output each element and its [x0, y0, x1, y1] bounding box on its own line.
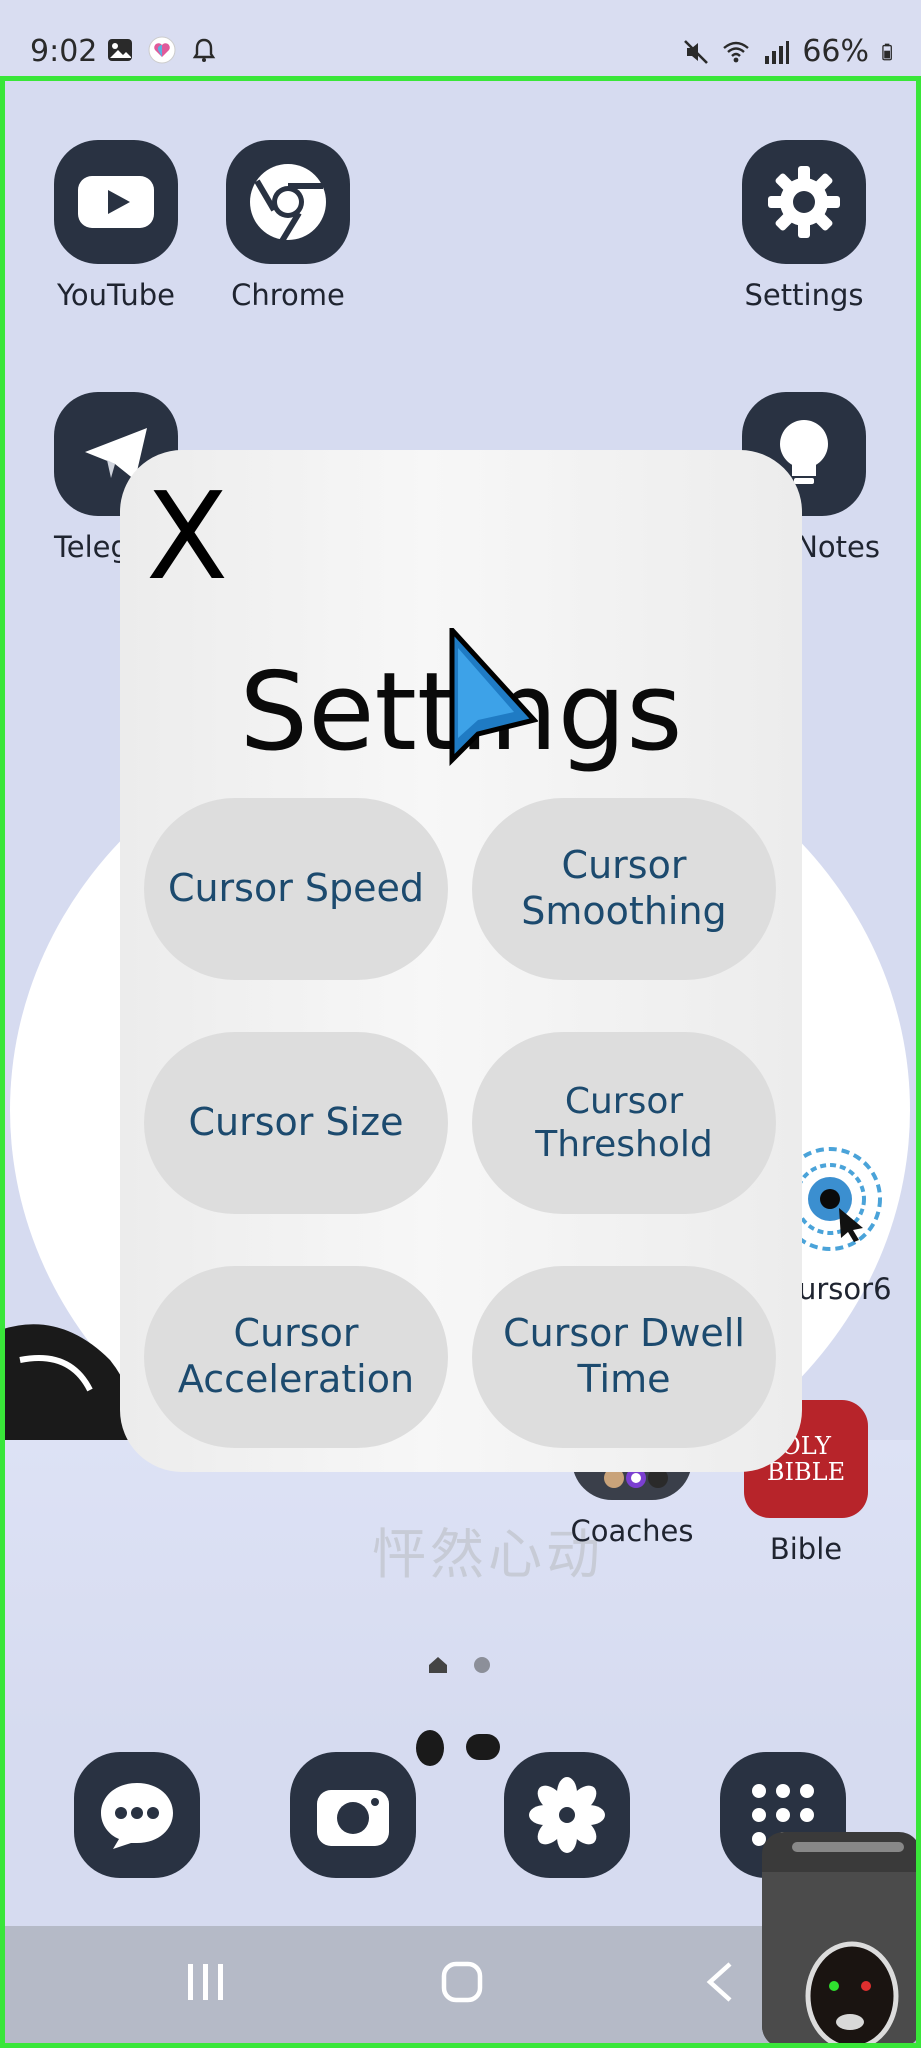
- page-dot[interactable]: [474, 1657, 490, 1673]
- youtube-icon: [54, 140, 178, 264]
- wifi-icon: [723, 41, 750, 62]
- settings-dialog: X Settings Cursor Speed Cursor Smoothing…: [120, 450, 802, 1472]
- gear-icon: [742, 140, 866, 264]
- app-heart-icon: [148, 36, 176, 64]
- home-page-icon[interactable]: [428, 1656, 448, 1674]
- wallpaper-small-figure: [416, 1730, 500, 1766]
- dock-gallery[interactable]: [504, 1752, 630, 1878]
- app-label: Coaches: [570, 1514, 694, 1548]
- status-bar: 9:02 66%: [0, 0, 921, 78]
- status-time: 9:02: [30, 34, 98, 69]
- battery-percent: 66%: [802, 34, 869, 69]
- dock-camera[interactable]: [290, 1752, 416, 1878]
- bell-icon: [192, 38, 216, 62]
- app-settings[interactable]: Settings: [724, 140, 884, 312]
- app-youtube[interactable]: YouTube: [36, 140, 196, 312]
- cursor-threshold-button[interactable]: Cursor Threshold: [472, 1032, 776, 1214]
- messages-icon: [101, 1783, 173, 1849]
- recents-icon[interactable]: [184, 1960, 228, 2004]
- flower-icon: [529, 1777, 605, 1853]
- app-chrome[interactable]: Chrome: [208, 140, 368, 312]
- cursor-size-button[interactable]: Cursor Size: [144, 1032, 448, 1214]
- face-tracking-icon: [762, 1872, 921, 2048]
- camera-icon: [317, 1790, 389, 1846]
- close-button[interactable]: X: [146, 478, 228, 598]
- status-left-icons: [106, 36, 218, 64]
- app-label: YouTube: [57, 278, 175, 312]
- status-right: 66%: [682, 34, 899, 69]
- camera-preview-handle[interactable]: [792, 1842, 904, 1852]
- signal-icon: [765, 40, 790, 64]
- camera-preview: [762, 1832, 921, 2048]
- battery-icon: [882, 43, 892, 60]
- cursor-acceleration-button[interactable]: Cursor Acceleration: [144, 1266, 448, 1448]
- cursor-smoothing-button[interactable]: Cursor Smoothing: [472, 798, 776, 980]
- cursor-speed-button[interactable]: Cursor Speed: [144, 798, 448, 980]
- mute-icon: [684, 39, 709, 64]
- app-label: Settings: [744, 278, 864, 312]
- app-label: ursor6: [798, 1272, 892, 1306]
- back-icon[interactable]: [702, 1960, 736, 2004]
- app-label: Bible: [769, 1532, 843, 1566]
- home-icon[interactable]: [440, 1960, 484, 2004]
- chrome-icon: [226, 140, 350, 264]
- dock-messages[interactable]: [74, 1752, 200, 1878]
- gallery-icon: [108, 39, 132, 61]
- cursor-dwell-time-button[interactable]: Cursor Dwell Time: [472, 1266, 776, 1448]
- pointer-cursor-icon: [449, 628, 538, 767]
- app-label: Chrome: [231, 278, 345, 312]
- page-indicator: [428, 1656, 490, 1674]
